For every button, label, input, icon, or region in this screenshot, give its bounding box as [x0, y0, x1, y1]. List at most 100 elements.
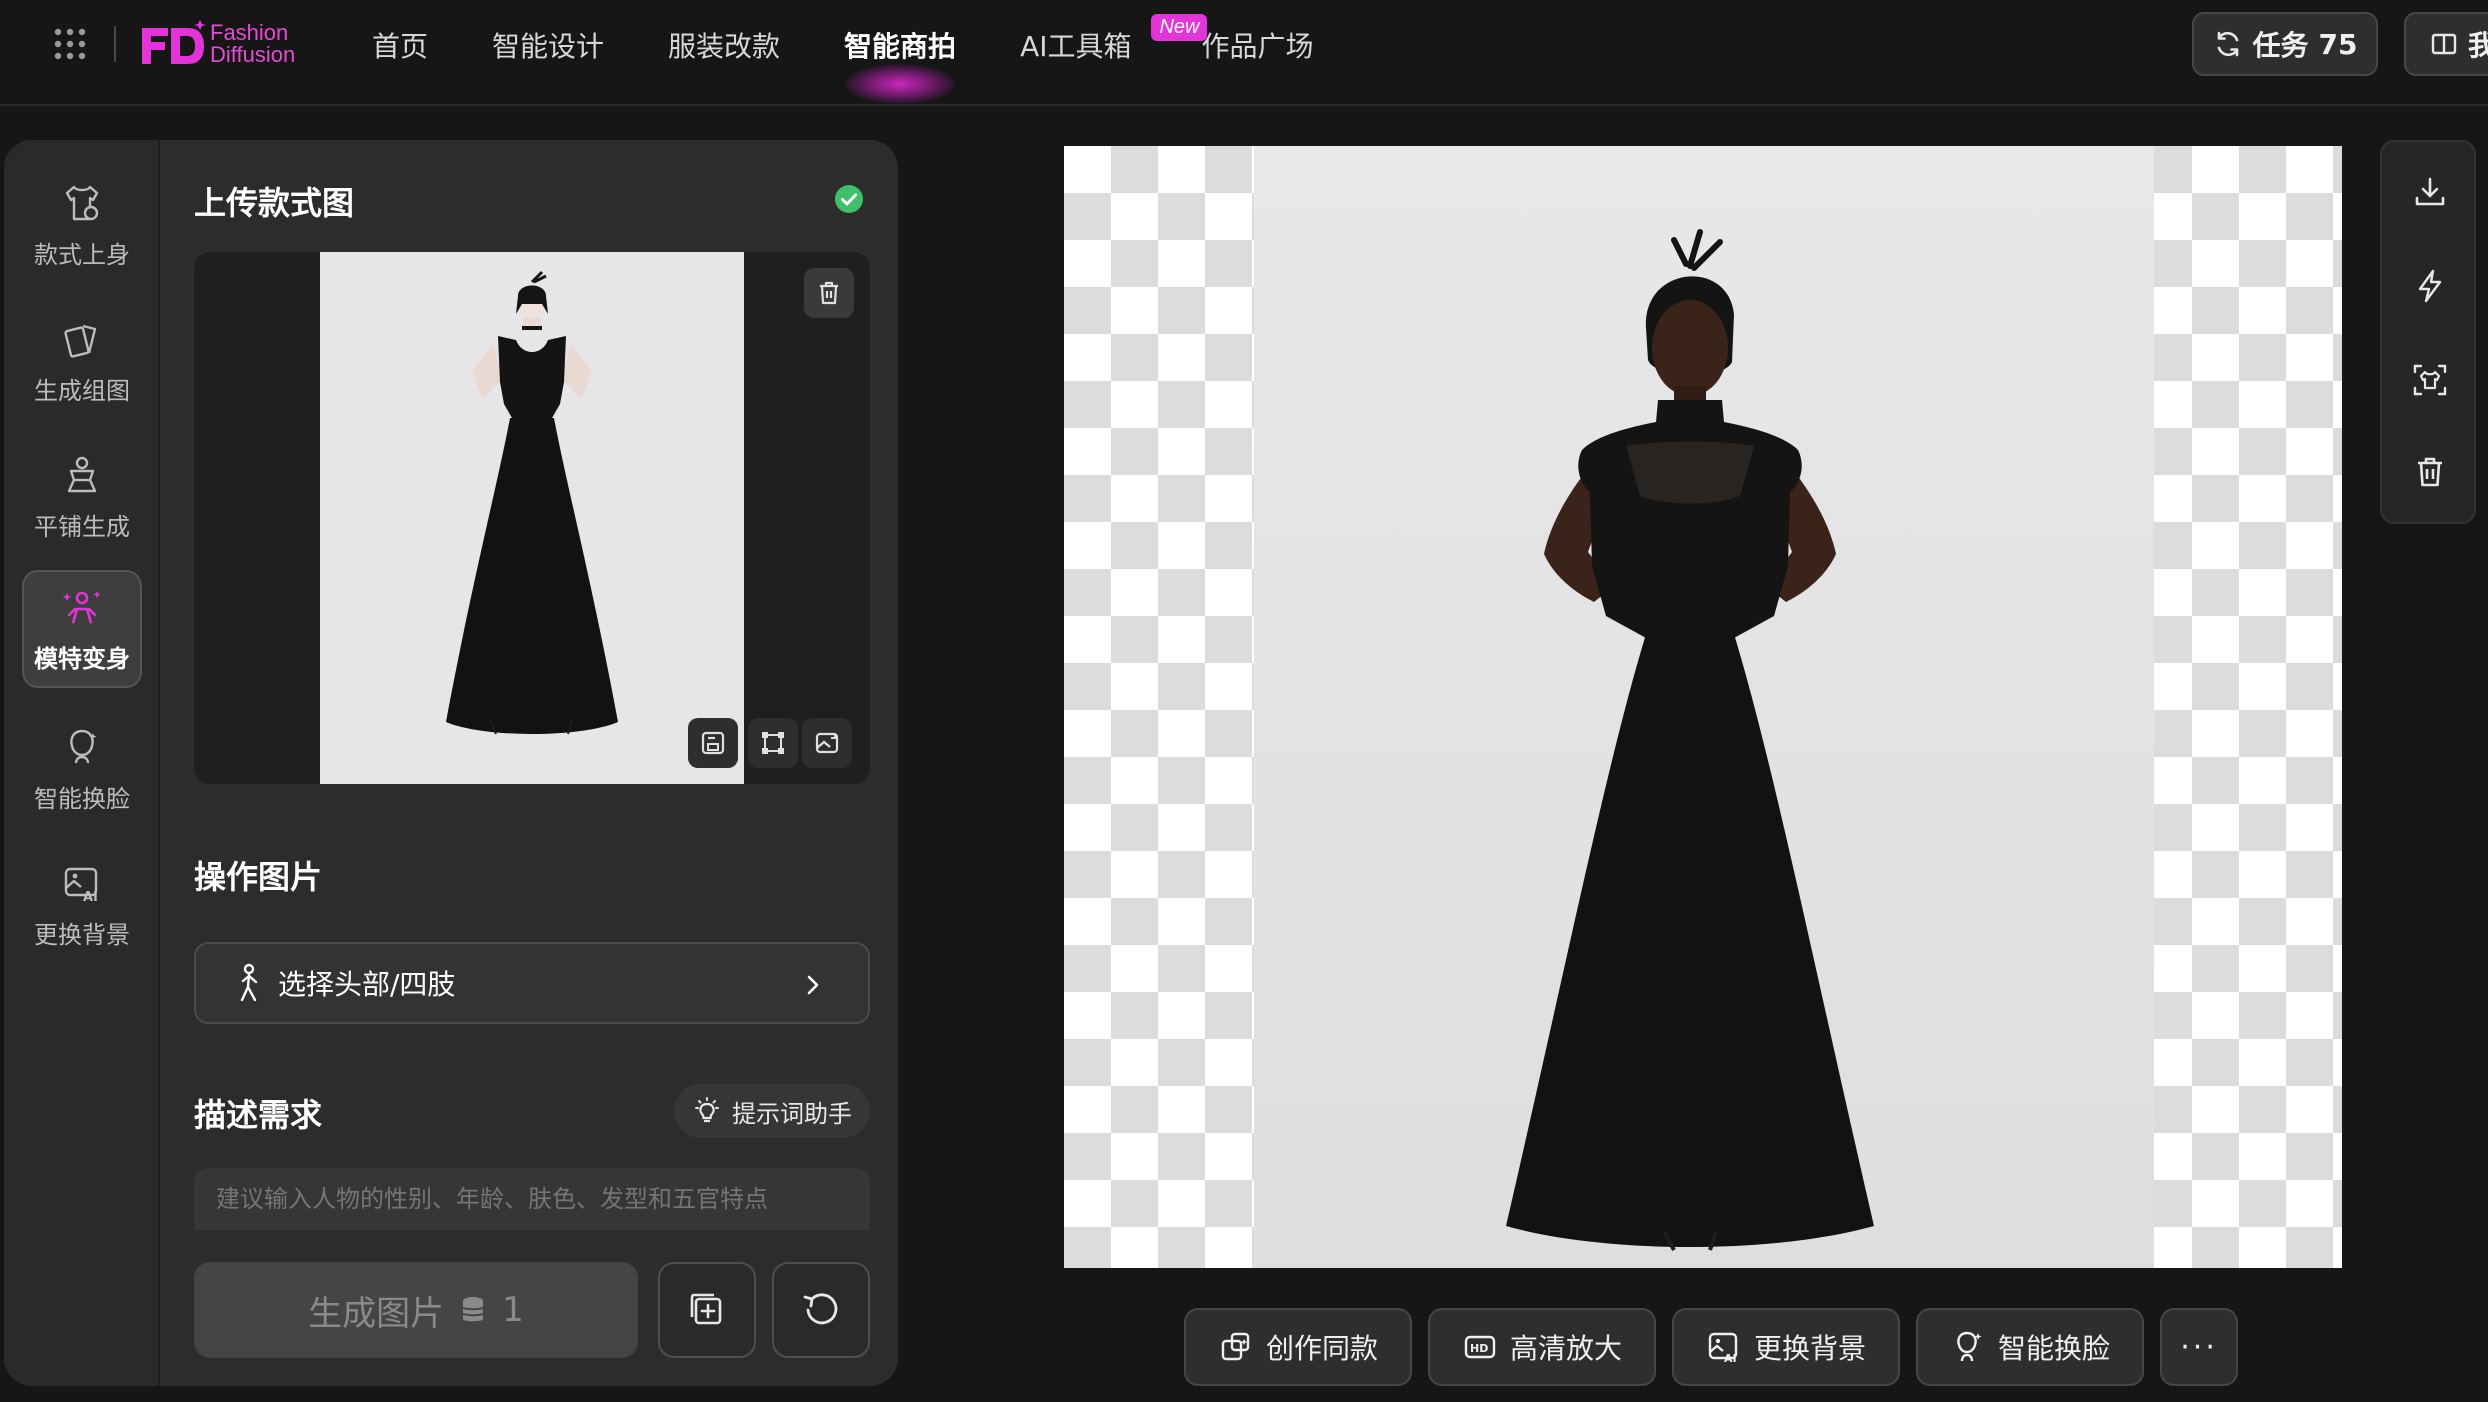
prompt-helper-label: 提示词助手 — [732, 1099, 852, 1128]
select-head-limbs-label: 选择头部/四肢 — [278, 968, 456, 1001]
left-panel: 款式上身 生成组图 平铺生成 模特变身 智能换脸 AI 更换背景 上传款式图 操… — [4, 140, 898, 1386]
right-toolbar — [2380, 140, 2476, 524]
ai-background-icon: AI — [1708, 1332, 1738, 1365]
trash-icon — [2418, 457, 2442, 487]
tool-label: 更换背景 — [34, 920, 130, 949]
trash-icon — [820, 281, 838, 305]
select-head-limbs-button[interactable]: 选择头部/四肢 — [194, 942, 870, 1024]
logo-text: Fashion Diffusion — [210, 22, 295, 66]
generate-label: 生成图片 — [308, 1293, 445, 1334]
crop-frame-icon — [762, 732, 784, 754]
description-input[interactable] — [194, 1168, 870, 1230]
download-button[interactable] — [2406, 168, 2454, 216]
chevron-right-icon — [807, 975, 819, 995]
nav-item-ai-toolbox[interactable]: AI工具箱 New — [988, 0, 1208, 90]
my-works-label: 我 — [2468, 24, 2488, 64]
my-works-button[interactable]: 我 — [2404, 12, 2488, 76]
main-nav: 首页 智能设计 服装改款 智能商拍 AI工具箱 New 作品广场 — [340, 0, 1346, 104]
cards-icon — [64, 324, 97, 358]
save-image-button[interactable] — [688, 718, 738, 768]
svg-text:AI: AI — [1724, 1352, 1737, 1365]
logo-mark-icon — [142, 20, 206, 64]
ai-background-icon: AI — [64, 867, 98, 905]
save-icon — [701, 731, 725, 755]
shirt-icon — [65, 185, 99, 220]
result-actions: 创作同款 HD 高清放大 AI 更换背景 智能换脸 ··· — [1184, 1308, 2239, 1386]
face-swap-button[interactable]: 智能换脸 — [1916, 1308, 2145, 1386]
hd-icon: HD — [1464, 1335, 1496, 1359]
create-similar-button[interactable]: 创作同款 — [1184, 1308, 1413, 1386]
reset-button[interactable] — [772, 1262, 870, 1358]
tool-generate-set[interactable]: 生成组图 — [22, 302, 142, 420]
tasks-label: 任务 — [2252, 29, 2309, 62]
uploaded-style-image — [320, 252, 744, 784]
upload-preview[interactable] — [194, 252, 870, 784]
tool-label: 生成组图 — [34, 376, 130, 405]
batch-add-button[interactable] — [658, 1262, 756, 1358]
add-layers-icon — [690, 1293, 722, 1325]
change-background-button[interactable]: AI 更换背景 — [1672, 1308, 1901, 1386]
tasks-count: 75 — [2318, 27, 2358, 61]
tool-face-swap[interactable]: 智能换脸 — [22, 710, 142, 828]
lightbulb-icon — [695, 1097, 719, 1123]
logo[interactable]: Fashion Diffusion — [138, 16, 318, 72]
generate-cost: 1 — [502, 1290, 524, 1330]
tool-label: 智能换脸 — [34, 784, 130, 813]
hd-upscale-button[interactable]: HD 高清放大 — [1428, 1308, 1657, 1386]
tool-model-transform[interactable]: 模特变身 — [22, 570, 142, 688]
generate-image-button[interactable]: 生成图片 1 — [194, 1262, 638, 1358]
tool-label: 平铺生成 — [34, 512, 130, 541]
nav-item-smart-photoshoot[interactable]: 智能商拍 — [812, 0, 988, 104]
svg-text:HD: HD — [1470, 1342, 1488, 1355]
logo-line2: Diffusion — [210, 42, 296, 67]
face-swap-icon — [1957, 1331, 1982, 1362]
delete-result-button[interactable] — [2406, 448, 2454, 496]
download-icon — [2415, 177, 2445, 206]
model-sparkle-icon — [62, 590, 101, 623]
tasks-button[interactable]: 任务 75 — [2192, 12, 2378, 76]
garment-scan-button[interactable] — [2406, 356, 2454, 404]
tool-change-background[interactable]: AI 更换背景 — [22, 846, 142, 964]
describe-title: 描述需求 — [194, 1096, 323, 1134]
nav-item-gallery[interactable]: 作品广场 — [1201, 0, 1345, 90]
book-icon — [2431, 33, 2457, 55]
coin-stack-icon — [462, 1297, 485, 1322]
change-background-label: 更换背景 — [1754, 1332, 1867, 1365]
nav-item-garment-redesign[interactable]: 服装改款 — [636, 0, 812, 90]
operate-title: 操作图片 — [194, 858, 323, 896]
apps-grid-icon[interactable] — [50, 24, 90, 64]
create-similar-label: 创作同款 — [1266, 1332, 1379, 1365]
generated-model-figure — [1506, 229, 1874, 1251]
scan-shirt-icon — [2413, 364, 2447, 396]
flat-garment-icon — [67, 456, 97, 492]
replace-image-button[interactable] — [802, 718, 852, 768]
crop-image-button[interactable] — [748, 718, 798, 768]
more-icon: ··· — [2180, 1329, 2218, 1365]
face-swap-label: 智能换脸 — [1998, 1332, 2111, 1365]
hd-upscale-label: 高清放大 — [1510, 1332, 1623, 1365]
check-circle-icon — [835, 185, 863, 213]
model-dress-figure — [446, 270, 618, 735]
refresh-icon — [2217, 31, 2238, 57]
tool-label: 模特变身 — [34, 644, 130, 673]
quick-action-button[interactable] — [2406, 262, 2454, 310]
nav-item-home[interactable]: 首页 — [340, 0, 460, 90]
topbar-divider — [114, 26, 116, 62]
nav-item-smart-design[interactable]: 智能设计 — [460, 0, 636, 90]
prompt-helper-button[interactable]: 提示词助手 — [674, 1084, 870, 1138]
delete-image-button[interactable] — [804, 268, 854, 318]
tool-flat-generate[interactable]: 平铺生成 — [22, 438, 142, 556]
tool-style-try-on[interactable]: 款式上身 — [22, 166, 142, 284]
reset-icon — [803, 1293, 838, 1325]
result-canvas[interactable] — [1064, 146, 2342, 1268]
more-actions-button[interactable]: ··· — [2160, 1308, 2239, 1386]
copy-style-icon — [1221, 1332, 1250, 1361]
svg-text:AI: AI — [83, 890, 98, 905]
options-panel: 上传款式图 操作图片 选择头部/四肢 描述需求 提示词助手 建议输入人物的性别、… — [194, 140, 870, 1386]
tool-label: 款式上身 — [34, 240, 130, 269]
new-badge: New — [1151, 14, 1208, 41]
logo-line1: Fashion — [210, 20, 289, 45]
face-swap-icon — [70, 729, 97, 763]
lightning-icon — [2418, 269, 2442, 303]
top-bar: Fashion Diffusion 首页 智能设计 服装改款 智能商拍 AI工具… — [0, 0, 2488, 106]
